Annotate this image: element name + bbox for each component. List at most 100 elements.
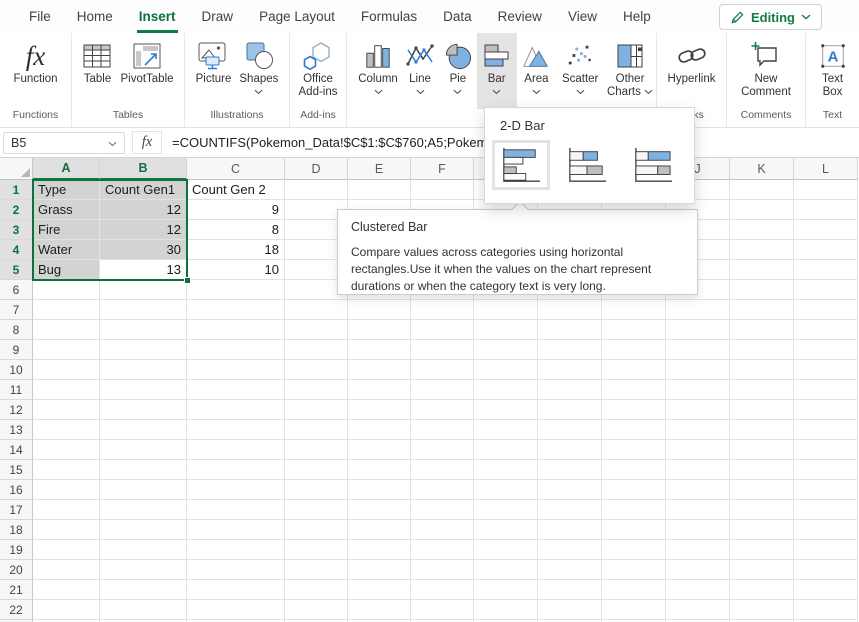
cell-I8[interactable] [602, 320, 666, 340]
row-header-20[interactable]: 20 [0, 560, 33, 580]
cell-H14[interactable] [538, 440, 602, 460]
cell-H17[interactable] [538, 500, 602, 520]
cell-J14[interactable] [666, 440, 730, 460]
ribbon-button-scatter[interactable]: Scatter [556, 33, 604, 109]
cell-D15[interactable] [285, 460, 348, 480]
cell-H10[interactable] [538, 360, 602, 380]
column-header-B[interactable]: B [100, 158, 187, 180]
cell-D11[interactable] [285, 380, 348, 400]
cell-D7[interactable] [285, 300, 348, 320]
cell-D10[interactable] [285, 360, 348, 380]
cell-A6[interactable] [33, 280, 100, 300]
menu-tab-view[interactable]: View [555, 0, 610, 33]
cell-A4[interactable]: Water [33, 240, 100, 260]
cell-G13[interactable] [474, 420, 538, 440]
cell-L4[interactable] [794, 240, 858, 260]
cell-L8[interactable] [794, 320, 858, 340]
cell-A17[interactable] [33, 500, 100, 520]
menu-tab-data[interactable]: Data [430, 0, 485, 33]
cell-A15[interactable] [33, 460, 100, 480]
cell-K14[interactable] [730, 440, 794, 460]
row-header-12[interactable]: 12 [0, 400, 33, 420]
cell-B9[interactable] [100, 340, 187, 360]
cell-B2[interactable]: 12 [100, 200, 187, 220]
bar-chart-option-stacked-bar[interactable] [558, 140, 616, 190]
cell-E22[interactable] [348, 600, 411, 620]
cell-L18[interactable] [794, 520, 858, 540]
row-header-11[interactable]: 11 [0, 380, 33, 400]
cell-E19[interactable] [348, 540, 411, 560]
cell-H20[interactable] [538, 560, 602, 580]
row-header-15[interactable]: 15 [0, 460, 33, 480]
cell-B13[interactable] [100, 420, 187, 440]
cell-B8[interactable] [100, 320, 187, 340]
cell-G22[interactable] [474, 600, 538, 620]
ribbon-button-hyperlink[interactable]: Hyperlink [664, 33, 720, 109]
cell-G10[interactable] [474, 360, 538, 380]
cell-G16[interactable] [474, 480, 538, 500]
cell-C13[interactable] [187, 420, 285, 440]
cell-J17[interactable] [666, 500, 730, 520]
cell-D22[interactable] [285, 600, 348, 620]
cell-J15[interactable] [666, 460, 730, 480]
cell-A7[interactable] [33, 300, 100, 320]
cell-D20[interactable] [285, 560, 348, 580]
ribbon-button-line[interactable]: Line [401, 33, 439, 109]
cell-I9[interactable] [602, 340, 666, 360]
cell-C17[interactable] [187, 500, 285, 520]
cell-B10[interactable] [100, 360, 187, 380]
cell-I15[interactable] [602, 460, 666, 480]
cell-H22[interactable] [538, 600, 602, 620]
ribbon-button-other-charts[interactable]: OtherCharts [604, 33, 656, 109]
cell-G7[interactable] [474, 300, 538, 320]
cell-A16[interactable] [33, 480, 100, 500]
cell-F20[interactable] [411, 560, 474, 580]
cell-B7[interactable] [100, 300, 187, 320]
cell-K9[interactable] [730, 340, 794, 360]
cell-E17[interactable] [348, 500, 411, 520]
cell-L1[interactable] [794, 180, 858, 200]
cell-L17[interactable] [794, 500, 858, 520]
cell-C20[interactable] [187, 560, 285, 580]
menu-tab-help[interactable]: Help [610, 0, 664, 33]
cell-L9[interactable] [794, 340, 858, 360]
cell-E12[interactable] [348, 400, 411, 420]
cell-D19[interactable] [285, 540, 348, 560]
cell-K3[interactable] [730, 220, 794, 240]
cell-I20[interactable] [602, 560, 666, 580]
menu-tab-file[interactable]: File [16, 0, 64, 33]
cell-G14[interactable] [474, 440, 538, 460]
cell-I17[interactable] [602, 500, 666, 520]
cell-K17[interactable] [730, 500, 794, 520]
cell-A2[interactable]: Grass [33, 200, 100, 220]
cell-B19[interactable] [100, 540, 187, 560]
column-header-K[interactable]: K [730, 158, 794, 180]
cell-F7[interactable] [411, 300, 474, 320]
cell-A5[interactable]: Bug [33, 260, 100, 280]
menu-tab-home[interactable]: Home [64, 0, 126, 33]
cell-K18[interactable] [730, 520, 794, 540]
cell-E21[interactable] [348, 580, 411, 600]
editing-mode-button[interactable]: Editing [719, 4, 822, 30]
cell-C19[interactable] [187, 540, 285, 560]
cell-L13[interactable] [794, 420, 858, 440]
row-header-22[interactable]: 22 [0, 600, 33, 620]
cell-K8[interactable] [730, 320, 794, 340]
cell-K1[interactable] [730, 180, 794, 200]
cell-K6[interactable] [730, 280, 794, 300]
cell-B12[interactable] [100, 400, 187, 420]
cell-A14[interactable] [33, 440, 100, 460]
row-header-8[interactable]: 8 [0, 320, 33, 340]
cell-J19[interactable] [666, 540, 730, 560]
column-header-L[interactable]: L [794, 158, 858, 180]
cell-B14[interactable] [100, 440, 187, 460]
cell-B17[interactable] [100, 500, 187, 520]
cell-K22[interactable] [730, 600, 794, 620]
column-header-E[interactable]: E [348, 158, 411, 180]
cell-K5[interactable] [730, 260, 794, 280]
menu-tab-draw[interactable]: Draw [189, 0, 247, 33]
cell-A3[interactable]: Fire [33, 220, 100, 240]
ribbon-button-pie[interactable]: Pie [439, 33, 477, 109]
cell-E8[interactable] [348, 320, 411, 340]
cell-C16[interactable] [187, 480, 285, 500]
